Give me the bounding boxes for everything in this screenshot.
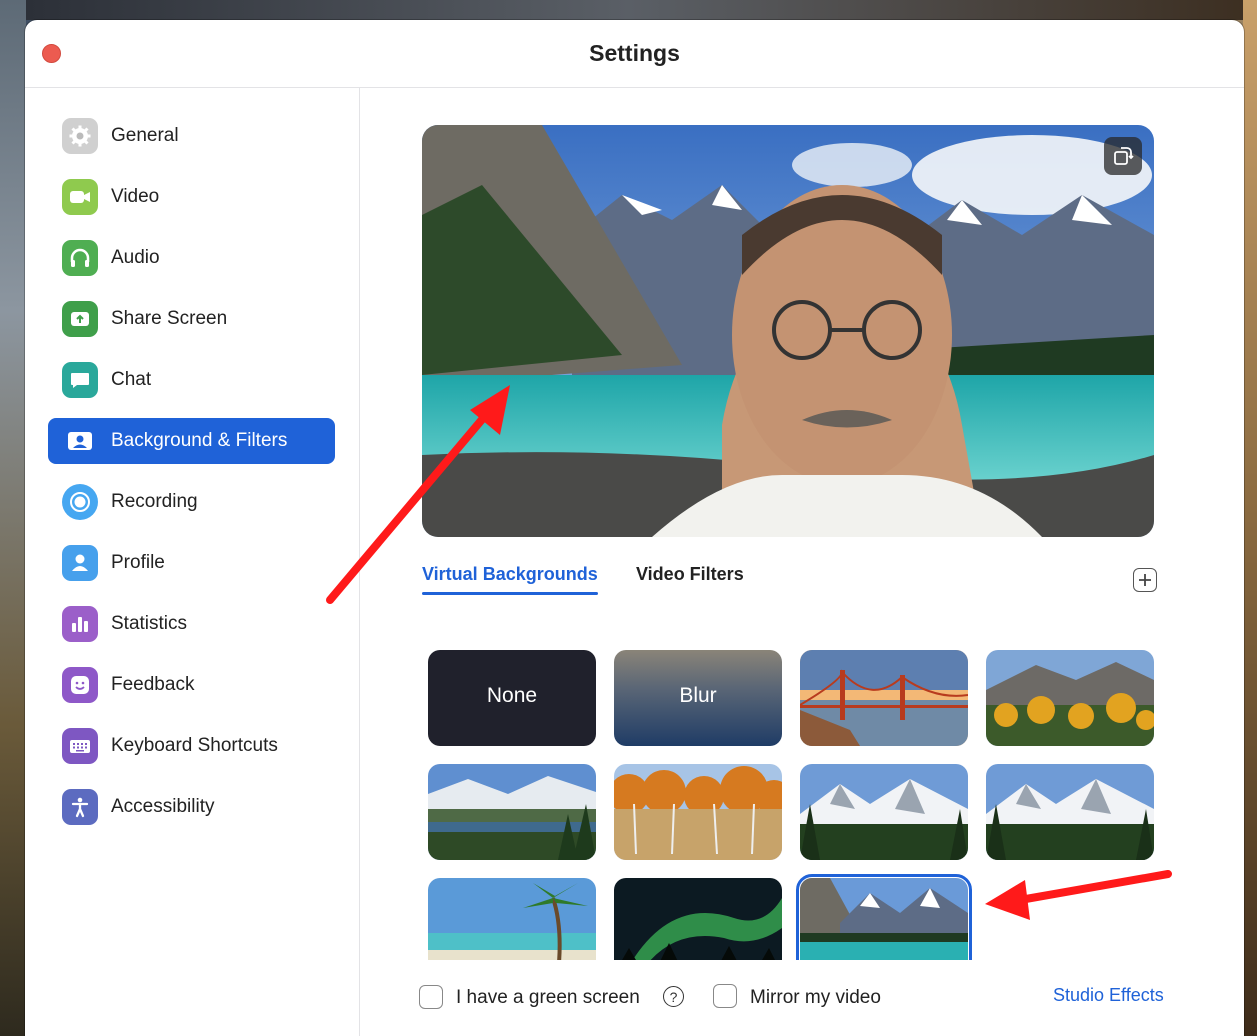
- sidebar-item-label: Share Screen: [111, 308, 228, 329]
- sidebar-item-label: Statistics: [111, 613, 188, 634]
- sidebar-item-general[interactable]: General: [48, 113, 335, 159]
- video-preview: [422, 125, 1154, 537]
- sidebar-item-keyboard-shortcuts[interactable]: Keyboard Shortcuts: [48, 723, 335, 769]
- mirror-video-label: Mirror my video: [750, 987, 881, 1008]
- sidebar-item-label: Background & Filters: [111, 430, 288, 451]
- sidebar-item-label: General: [111, 125, 179, 146]
- profile-icon: [62, 545, 98, 581]
- sidebar-item-label: Keyboard Shortcuts: [111, 735, 278, 756]
- rotate-icon: [1114, 147, 1134, 165]
- accessibility-icon: [62, 789, 98, 825]
- share-screen-icon: [62, 301, 98, 337]
- sidebar-item-accessibility[interactable]: Accessibility: [48, 784, 335, 830]
- sidebar-item-audio[interactable]: Audio: [48, 235, 335, 281]
- studio-effects-link[interactable]: Studio Effects: [1053, 985, 1164, 1006]
- tab-virtual-backgrounds[interactable]: Virtual Backgrounds: [422, 564, 598, 595]
- sidebar-item-label: Audio: [111, 247, 160, 268]
- green-screen-checkbox[interactable]: [419, 985, 443, 1009]
- background-aurora[interactable]: [614, 878, 782, 960]
- green-screen-label: I have a green screen: [456, 987, 640, 1008]
- none-label: None: [486, 684, 538, 707]
- mirror-video-checkbox[interactable]: [713, 984, 737, 1008]
- sidebar-item-label: Chat: [111, 369, 152, 390]
- background-mountain-lake[interactable]: [796, 874, 972, 960]
- blur-label: Blur: [679, 684, 717, 707]
- background-orange-forest[interactable]: [614, 764, 782, 860]
- main-panel: Virtual Backgrounds Video Filters None B…: [361, 88, 1244, 1036]
- desktop-background: [0, 0, 1257, 20]
- gear-icon: [62, 118, 98, 154]
- sidebar-item-background-filters[interactable]: Background & Filters: [48, 418, 335, 464]
- sidebar: General Video Audio Share Screen Chat Ba…: [25, 88, 360, 1036]
- sidebar-item-video[interactable]: Video: [48, 174, 335, 220]
- title-bar: Settings: [25, 20, 1244, 88]
- background-tropical-beach[interactable]: [428, 878, 596, 960]
- sidebar-item-label: Feedback: [111, 674, 195, 695]
- background-snowy-peaks-2[interactable]: [986, 764, 1154, 860]
- sidebar-item-label: Accessibility: [111, 796, 215, 817]
- plus-icon: [1139, 574, 1151, 586]
- preview-background-image: [422, 125, 1154, 537]
- video-camera-icon: [62, 179, 98, 215]
- sidebar-item-profile[interactable]: Profile: [48, 540, 335, 586]
- sidebar-item-label: Video: [111, 186, 160, 207]
- background-none[interactable]: None: [428, 650, 596, 746]
- sidebar-item-label: Profile: [111, 552, 165, 573]
- chat-icon: [62, 362, 98, 398]
- sidebar-item-label: Recording: [111, 491, 198, 512]
- statistics-icon: [62, 606, 98, 642]
- add-background-button[interactable]: [1133, 568, 1157, 592]
- background-golden-gate[interactable]: [800, 650, 968, 746]
- record-icon: [62, 484, 98, 520]
- desktop-background-left: [0, 0, 26, 1036]
- background-lake-mountains[interactable]: [428, 764, 596, 860]
- tab-video-filters[interactable]: Video Filters: [636, 564, 744, 585]
- desktop-background-right: [1243, 0, 1257, 1036]
- background-icon: [62, 423, 98, 459]
- help-icon[interactable]: ?: [663, 986, 684, 1007]
- sidebar-item-chat[interactable]: Chat: [48, 357, 335, 403]
- keyboard-icon: [62, 728, 98, 764]
- headphones-icon: [62, 240, 98, 276]
- feedback-icon: [62, 667, 98, 703]
- background-tabs: Virtual Backgrounds Video Filters: [422, 558, 1157, 598]
- window-title: Settings: [589, 40, 680, 66]
- rotate-camera-button[interactable]: [1104, 137, 1142, 175]
- background-gallery: None Blur: [422, 646, 1162, 960]
- background-snowy-peaks-1[interactable]: [800, 764, 968, 860]
- sidebar-item-statistics[interactable]: Statistics: [48, 601, 335, 647]
- settings-window: Settings General Video Audio Share Scree…: [25, 20, 1244, 1036]
- sidebar-item-recording[interactable]: Recording: [48, 479, 335, 525]
- sidebar-item-feedback[interactable]: Feedback: [48, 662, 335, 708]
- background-blur[interactable]: Blur: [614, 650, 782, 746]
- sidebar-item-share-screen[interactable]: Share Screen: [48, 296, 335, 342]
- background-options-footer: I have a green screen ? Mirror my video …: [361, 968, 1244, 1028]
- background-autumn-mountains[interactable]: [986, 650, 1154, 746]
